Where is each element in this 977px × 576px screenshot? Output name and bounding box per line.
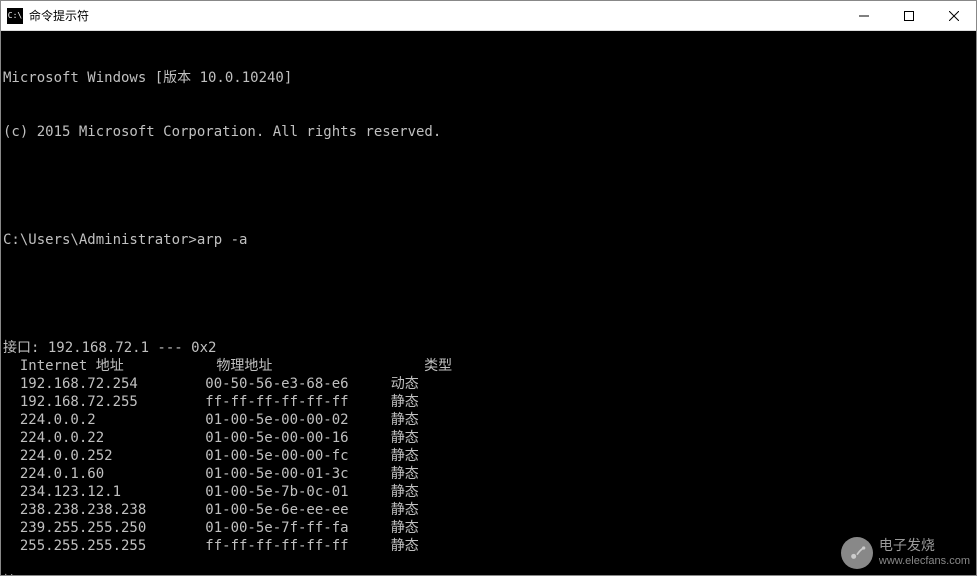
- interface-heading: 接口: 192.168.72.1 --- 0x2: [1, 339, 976, 357]
- cmd-icon: C:\: [7, 8, 23, 24]
- watermark-url: www.elecfans.com: [879, 553, 970, 569]
- arp-row: 224.0.1.60 01-00-5e-00-01-3c 静态: [1, 465, 976, 483]
- version-line: Microsoft Windows [版本 10.0.10240]: [1, 69, 976, 87]
- watermark-text: 电子发烧 www.elecfans.com: [879, 537, 970, 569]
- blank-line: [1, 177, 976, 195]
- minimize-button[interactable]: [841, 1, 886, 30]
- arp-row: 255.255.255.255 ff-ff-ff-ff-ff-ff 静态: [1, 537, 976, 555]
- watermark-name: 电子发烧: [879, 537, 970, 553]
- close-button[interactable]: [931, 1, 976, 30]
- window-controls: [841, 1, 976, 30]
- copyright-line: (c) 2015 Microsoft Corporation. All righ…: [1, 123, 976, 141]
- arp-row: 234.123.12.1 01-00-5e-7b-0c-01 静态: [1, 483, 976, 501]
- title-left: C:\ 命令提示符: [1, 7, 89, 24]
- blank-line: [1, 285, 976, 303]
- watermark: 电子发烧 www.elecfans.com: [841, 537, 976, 569]
- interface-heading: 接口: 192.168.0.3 --- 0x4: [1, 573, 976, 575]
- arp-output: 接口: 192.168.72.1 --- 0x2 Internet 地址 物理地…: [1, 339, 976, 575]
- terminal-body[interactable]: Microsoft Windows [版本 10.0.10240] (c) 20…: [1, 31, 976, 575]
- arp-row: 238.238.238.238 01-00-5e-6e-ee-ee 静态: [1, 501, 976, 519]
- arp-row: 224.0.0.22 01-00-5e-00-00-16 静态: [1, 429, 976, 447]
- prompt-line: C:\Users\Administrator>arp -a: [1, 231, 976, 249]
- window-title: 命令提示符: [29, 7, 89, 24]
- blank-line: [1, 555, 976, 573]
- watermark-logo-icon: [841, 537, 873, 569]
- arp-table-header: Internet 地址 物理地址 类型: [1, 357, 976, 375]
- arp-row: 192.168.72.254 00-50-56-e3-68-e6 动态: [1, 375, 976, 393]
- arp-row: 224.0.0.2 01-00-5e-00-00-02 静态: [1, 411, 976, 429]
- arp-row: 239.255.255.250 01-00-5e-7f-ff-fa 静态: [1, 519, 976, 537]
- maximize-button[interactable]: [886, 1, 931, 30]
- arp-row: 224.0.0.252 01-00-5e-00-00-fc 静态: [1, 447, 976, 465]
- arp-row: 192.168.72.255 ff-ff-ff-ff-ff-ff 静态: [1, 393, 976, 411]
- window-frame: C:\ 命令提示符 Microsoft Windows [版本 10.0.102…: [0, 0, 977, 576]
- titlebar[interactable]: C:\ 命令提示符: [1, 1, 976, 31]
